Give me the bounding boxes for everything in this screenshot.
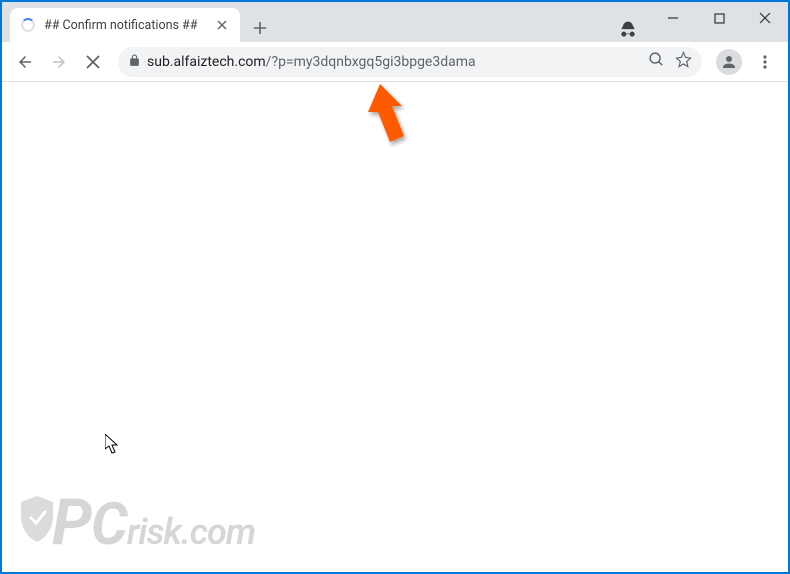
minimize-button[interactable] [650, 2, 696, 34]
watermark-rest: risk.com [127, 511, 255, 553]
lock-icon [128, 52, 141, 71]
bookmark-star-icon[interactable] [675, 51, 692, 72]
address-bar[interactable]: sub.alfaiztech.com/?p=my3dqnbxgq5gi3bpge… [118, 47, 702, 77]
back-button[interactable] [10, 47, 40, 77]
profile-avatar[interactable] [716, 49, 742, 75]
new-tab-button[interactable] [246, 14, 274, 42]
browser-toolbar: sub.alfaiztech.com/?p=my3dqnbxgq5gi3bpge… [2, 42, 788, 82]
watermark-p: P [52, 485, 91, 560]
tab-strip: ## Confirm notifications ## [2, 2, 650, 42]
close-window-button[interactable] [742, 2, 788, 34]
menu-button[interactable] [750, 47, 780, 77]
maximize-button[interactable] [696, 2, 742, 34]
url-host: sub.alfaiztech.com [147, 54, 266, 70]
zoom-icon[interactable] [648, 51, 665, 72]
window-titlebar: ## Confirm notifications ## [2, 2, 788, 42]
url-text: sub.alfaiztech.com/?p=my3dqnbxgq5gi3bpge… [147, 54, 642, 70]
url-path: /?p=my3dqnbxgq5gi3bpge3dama [266, 54, 476, 70]
stop-reload-button[interactable] [78, 47, 108, 77]
watermark-logo: P C risk.com [20, 485, 255, 560]
browser-tab[interactable]: ## Confirm notifications ## [10, 8, 240, 42]
incognito-icon [616, 18, 640, 42]
close-tab-icon[interactable] [214, 17, 230, 33]
window-controls [650, 2, 788, 34]
tab-title: ## Confirm notifications ## [44, 18, 206, 33]
watermark-c: C [91, 491, 127, 559]
loading-spinner-icon [20, 17, 36, 33]
forward-button[interactable] [44, 47, 74, 77]
